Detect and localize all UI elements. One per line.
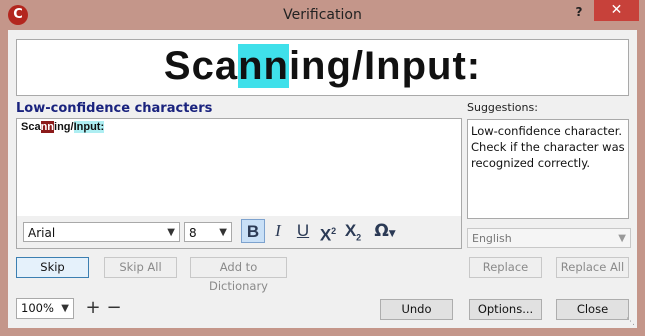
image-preview: Scanning/Input: <box>16 39 629 96</box>
skip-all-button[interactable]: Skip All <box>104 257 177 278</box>
italic-button[interactable]: I <box>266 219 290 243</box>
chevron-down-icon: ▼ <box>618 233 626 244</box>
zoom-in-button[interactable]: + <box>85 298 101 318</box>
add-to-dictionary-button[interactable]: Add to Dictionary <box>190 257 287 293</box>
recognized-text[interactable]: Scanning/Input: <box>21 121 105 133</box>
omega-icon: Ω <box>374 221 389 241</box>
language-select[interactable]: English ▼ <box>467 228 631 248</box>
superscript-mark: 2 <box>331 226 337 236</box>
chevron-down-icon: ▼ <box>61 303 69 314</box>
format-toolbar: Arial ▼ 8 ▼ B I U X2 X2 Ω▼ <box>16 216 462 249</box>
help-button[interactable]: ? <box>568 2 590 22</box>
zoom-value: 100% <box>21 301 54 315</box>
font-size-value: 8 <box>189 226 197 240</box>
preview-image-text: Scanning/Input: <box>17 44 628 89</box>
special-characters-button[interactable]: Ω▼ <box>368 219 402 243</box>
font-family-select[interactable]: Arial ▼ <box>23 222 180 242</box>
preview-highlight: nn <box>238 44 289 88</box>
text-segment: Sca <box>21 121 41 133</box>
window-title: Verification <box>283 7 362 23</box>
font-size-select[interactable]: 8 ▼ <box>184 222 232 242</box>
recognized-text-editor[interactable]: Scanning/Input: <box>16 118 462 218</box>
superscript-base: X <box>319 225 332 245</box>
title-bar: C Verification ? ✕ <box>0 0 645 30</box>
chevron-down-icon: ▼ <box>388 229 396 239</box>
resize-grip-icon[interactable]: ⋱ <box>626 317 636 327</box>
superscript-button[interactable]: X2 <box>316 219 340 245</box>
undo-button[interactable]: Undo <box>380 299 453 320</box>
chevron-down-icon: ▼ <box>219 227 227 238</box>
suggestions-box: Low-confidence character. Check if the c… <box>467 119 629 219</box>
font-family-value: Arial <box>28 226 56 240</box>
underline-button[interactable]: U <box>291 219 315 243</box>
subscript-base: X <box>344 221 357 240</box>
zoom-out-button[interactable]: − <box>106 298 122 318</box>
preview-text-after: ing/Input: <box>288 44 482 88</box>
replace-all-button[interactable]: Replace All <box>556 257 629 278</box>
subscript-mark: 2 <box>356 232 362 243</box>
verification-dialog: C Verification ? ✕ Scanning/Input: Low-c… <box>0 0 645 336</box>
text-segment: ing/ <box>54 121 74 133</box>
dialog-client-area: Scanning/Input: Low-confidence character… <box>8 30 637 328</box>
subscript-button[interactable]: X2 <box>341 219 365 243</box>
preview-text-before: Sca <box>163 44 239 88</box>
suggestions-label: Suggestions: <box>467 101 538 114</box>
low-confidence-segment[interactable]: nn <box>40 121 55 133</box>
zoom-select[interactable]: 100% ▼ <box>16 298 74 319</box>
close-button[interactable]: Close <box>556 299 629 320</box>
window-close-button[interactable]: ✕ <box>594 0 639 21</box>
uncertain-segment[interactable]: Input: <box>73 121 105 133</box>
language-value: English <box>472 232 512 245</box>
replace-button[interactable]: Replace <box>469 257 542 278</box>
options-button[interactable]: Options... <box>469 299 542 320</box>
bold-button[interactable]: B <box>241 219 265 243</box>
low-confidence-label: Low-confidence characters <box>16 101 213 116</box>
chevron-down-icon: ▼ <box>167 227 175 238</box>
skip-button[interactable]: Skip <box>16 257 89 278</box>
